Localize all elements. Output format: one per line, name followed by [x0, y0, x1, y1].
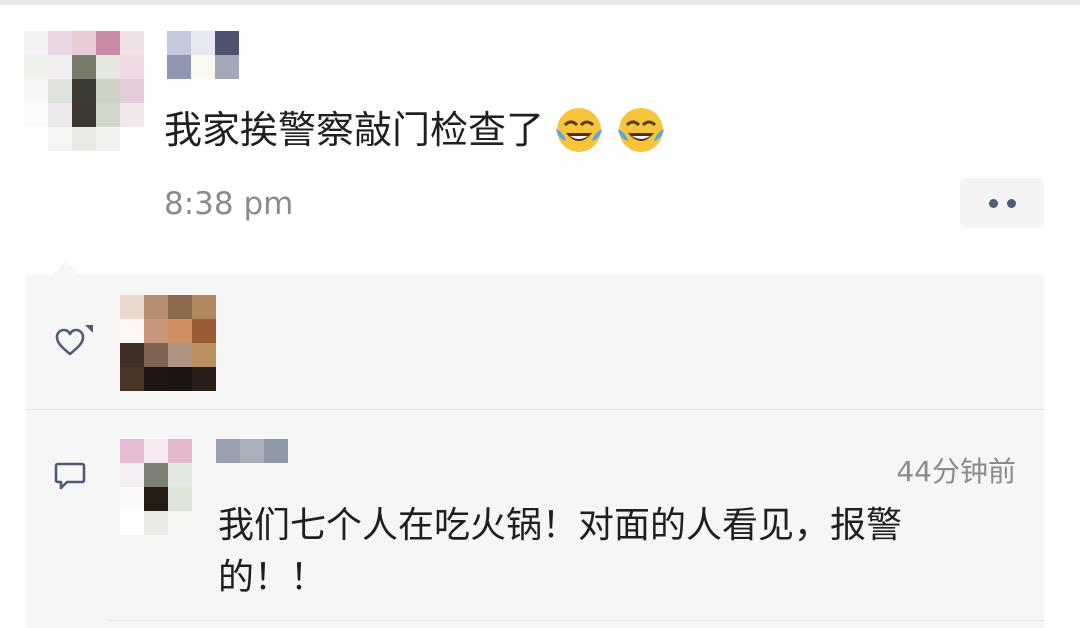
author-name-redacted[interactable]	[167, 31, 239, 79]
comment-icon	[54, 462, 86, 490]
avatar[interactable]	[24, 31, 144, 151]
commenter-avatar[interactable]	[120, 439, 192, 535]
post-timestamp: 8:38 pm	[164, 186, 294, 222]
post-text: 我家挨警察敲门检查了	[164, 101, 668, 159]
more-dots-icon	[1006, 198, 1016, 208]
divider	[26, 409, 1044, 410]
more-button[interactable]	[960, 178, 1044, 228]
panel-pointer	[52, 261, 80, 275]
post-text-content: 我家挨警察敲门检查了	[164, 108, 545, 152]
divider	[108, 620, 1044, 621]
commenter-name-redacted[interactable]	[216, 439, 288, 463]
tears-of-joy-icon	[614, 103, 668, 157]
tears-of-joy-icon	[552, 103, 606, 157]
comment-timestamp: 44分钟前	[896, 455, 1016, 488]
liker-avatar[interactable]	[120, 295, 216, 391]
more-dots-icon	[988, 198, 998, 208]
comment-text: 我们七个人在吃火锅！对面的人看见，报警的！！	[218, 505, 903, 598]
status-strip	[0, 0, 1080, 5]
heart-icon	[55, 325, 93, 356]
